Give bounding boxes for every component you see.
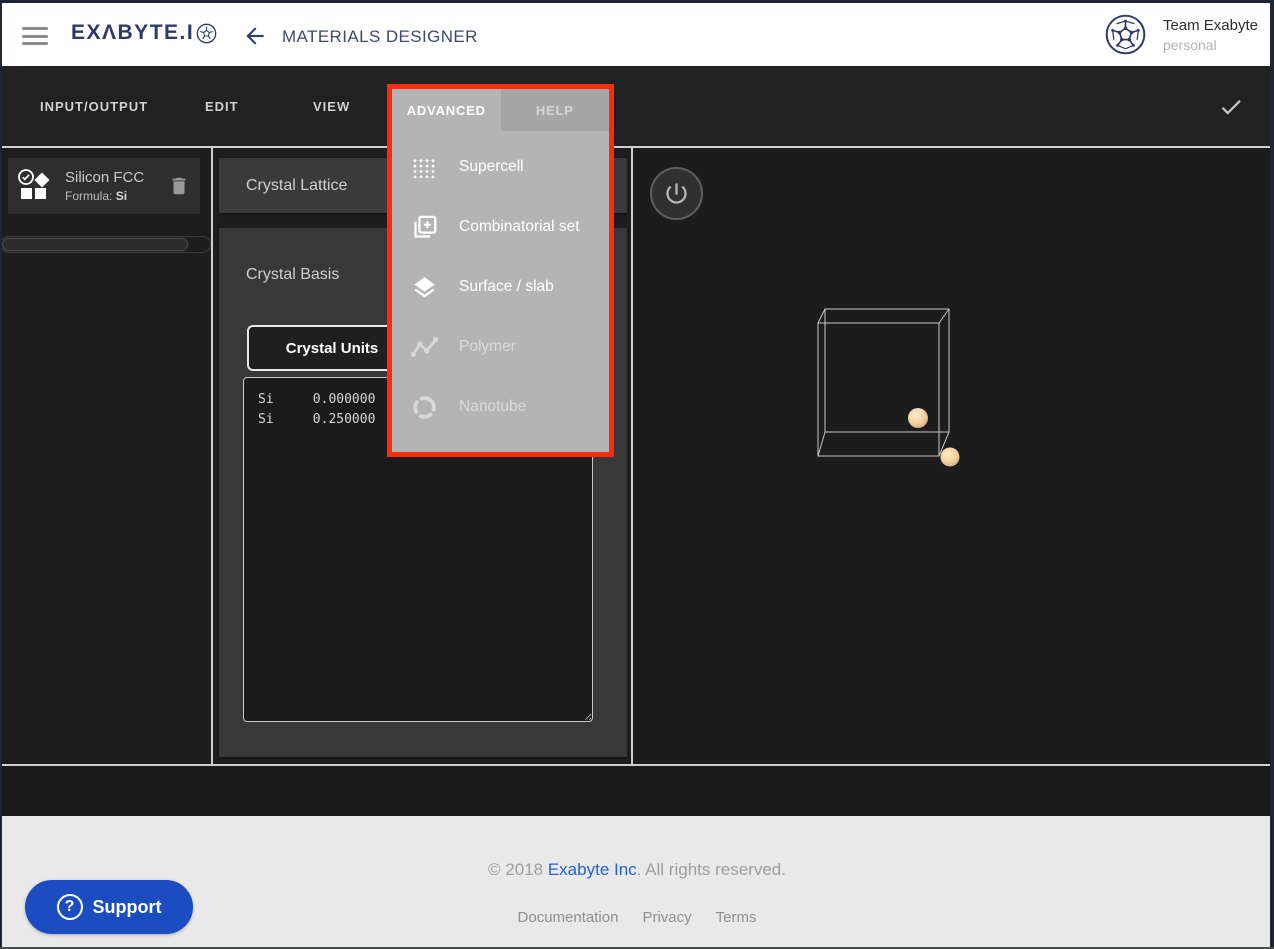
material-selected-icon: [17, 168, 53, 204]
materials-designer-app: EXΛBYTE.I MATERIALS DESIGNER: [0, 0, 1274, 949]
unit-cell-wireframe: [818, 309, 949, 456]
save-check-icon[interactable]: [1218, 94, 1244, 120]
advanced-dropdown: Supercell Combinatorial set: [392, 131, 609, 437]
atom-sphere: [908, 408, 928, 428]
window-edge-right: [1270, 0, 1274, 949]
library-add-icon: [409, 212, 439, 242]
crystal-lattice-title: Crystal Lattice: [246, 177, 347, 195]
menu-item-supercell[interactable]: Supercell: [392, 137, 609, 197]
help-question-icon: ?: [57, 894, 83, 920]
bottom-dark-strip: [0, 766, 1274, 816]
viewer-panel[interactable]: [633, 148, 1274, 764]
materials-sidebar: Silicon FCC Formula: Si: [0, 148, 213, 764]
tab-view[interactable]: VIEW: [313, 66, 350, 146]
user-account-block[interactable]: Team Exabyte personal: [1104, 13, 1258, 56]
material-name: Silicon FCC: [65, 169, 168, 186]
tab-help[interactable]: HELP: [501, 89, 610, 131]
tab-advanced[interactable]: ADVANCED: [392, 89, 501, 131]
app-header: EXΛBYTE.I MATERIALS DESIGNER: [0, 3, 1274, 66]
menu-item-nanotube: Nanotube: [392, 377, 609, 437]
tab-edit[interactable]: EDIT: [205, 66, 239, 146]
power-icon: [663, 180, 690, 207]
advanced-menu-annotation-box: ADVANCED HELP Supercell Combinatorial se…: [387, 84, 614, 457]
supercell-icon: [409, 152, 439, 182]
exabyte-logo[interactable]: EXΛBYTE.I: [71, 21, 217, 45]
window-edge-top: [0, 0, 1274, 3]
user-name: Team Exabyte: [1163, 17, 1258, 34]
menu-item-polymer: Polymer: [392, 317, 609, 377]
menu-item-combinatorial-set[interactable]: Combinatorial set: [392, 197, 609, 257]
menu-item-surface-slab[interactable]: Surface / slab: [392, 257, 609, 317]
window-edge-left: [0, 0, 2, 949]
tab-input-output[interactable]: INPUT/OUTPUT: [40, 66, 148, 146]
designer-menubar: INPUT/OUTPUT EDIT VIEW: [0, 66, 1274, 148]
back-arrow-icon[interactable]: [242, 23, 268, 49]
copyright-line: © 2018 Exabyte Inc. All rights reserved.: [0, 860, 1274, 880]
exabyte-inc-link[interactable]: Exabyte Inc: [548, 860, 637, 879]
terms-link[interactable]: Terms: [716, 909, 757, 926]
delete-material-icon[interactable]: [168, 174, 190, 198]
user-role: personal: [1163, 37, 1258, 53]
documentation-link[interactable]: Documentation: [518, 909, 619, 926]
power-button[interactable]: [650, 167, 703, 220]
page-footer: © 2018 Exabyte Inc. All rights reserved.…: [0, 816, 1274, 949]
team-avatar-icon: [1104, 13, 1147, 56]
polymer-zigzag-icon: [409, 332, 439, 362]
material-list-item[interactable]: Silicon FCC Formula: Si: [8, 158, 200, 214]
support-label: Support: [93, 897, 162, 918]
advanced-menu-tabs: ADVANCED HELP: [392, 89, 609, 131]
layers-icon: [409, 272, 439, 302]
atom-sphere: [941, 448, 960, 467]
material-text: Silicon FCC Formula: Si: [65, 169, 168, 203]
crystal-3d-scene[interactable]: [806, 300, 976, 475]
hamburger-menu-icon[interactable]: [22, 27, 48, 45]
support-button[interactable]: ? Support: [25, 880, 193, 934]
crystal-basis-title: Crystal Basis: [246, 266, 339, 284]
material-formula: Formula: Si: [65, 189, 168, 203]
sidebar-horizontal-scrollbar[interactable]: [0, 236, 211, 253]
nanotube-circle-icon: [409, 392, 439, 422]
fullerene-logo-icon: [196, 23, 217, 44]
material-formula-value: Si: [116, 189, 127, 203]
page-title: MATERIALS DESIGNER: [282, 27, 478, 47]
content-area: Silicon FCC Formula: Si Crystal Lattice …: [0, 148, 1274, 766]
privacy-link[interactable]: Privacy: [642, 909, 691, 926]
logo-text: EXΛBYTE.I: [71, 21, 194, 45]
